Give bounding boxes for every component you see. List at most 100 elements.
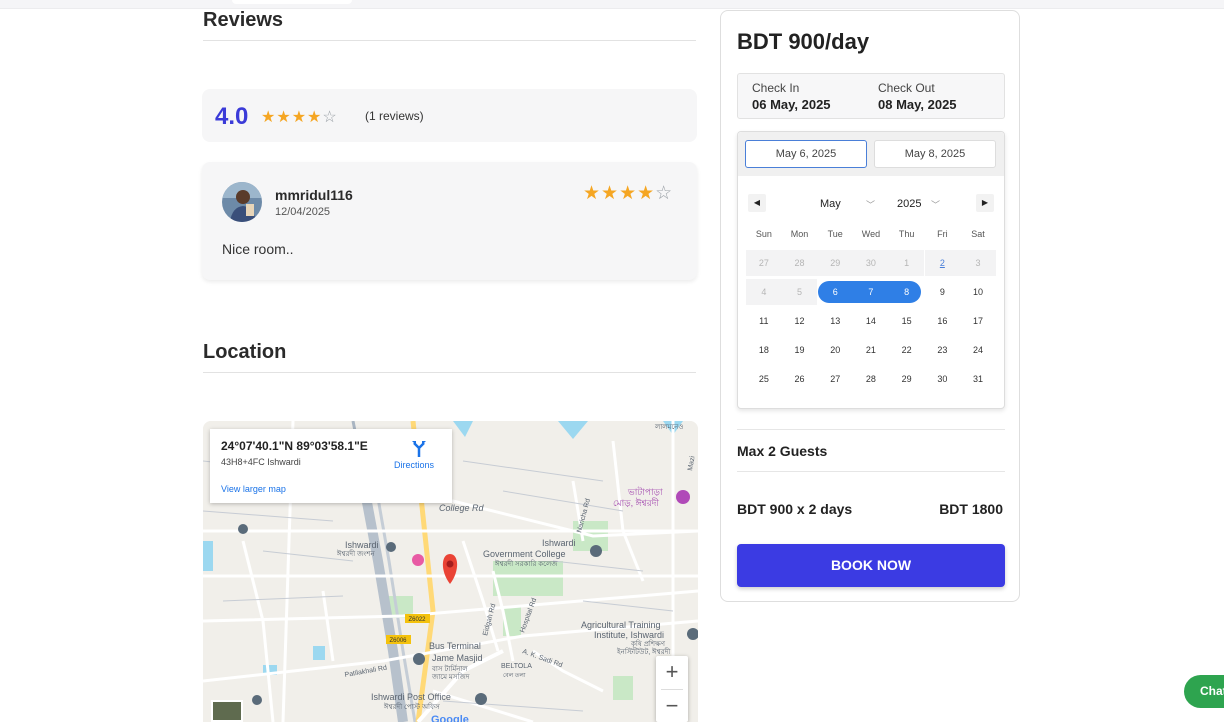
map-label: জামে মসজিদ bbox=[431, 673, 470, 681]
map-embed[interactable]: Z6022 Z6006 College Rd Ishwardi ঈশ্বরদী … bbox=[203, 421, 698, 722]
chevron-down-icon[interactable]: ﹀ bbox=[931, 198, 940, 211]
weekday-label: Sun bbox=[755, 229, 772, 239]
rating-summary: 4.0 ★★★★☆ (1 reviews) bbox=[202, 89, 697, 142]
location-heading: Location bbox=[203, 341, 287, 363]
booking-divider bbox=[737, 429, 1005, 430]
map-info-card: 24°07'40.1"N 89°03'58.1"E 43H8+4FC Ishwa… bbox=[210, 429, 452, 503]
booking-divider bbox=[737, 471, 1005, 472]
calendar-day[interactable]: 9 bbox=[925, 279, 961, 305]
year-select[interactable]: 2025 bbox=[897, 198, 921, 210]
price-calculation: BDT 900 x 2 days bbox=[737, 501, 853, 517]
calendar-day-selected[interactable]: 7 bbox=[853, 279, 889, 305]
satellite-toggle[interactable] bbox=[211, 700, 243, 722]
calendar-day: 30 bbox=[853, 250, 889, 276]
max-guests: Max 2 Guests bbox=[737, 443, 828, 459]
calendar-day[interactable]: 30 bbox=[925, 366, 961, 392]
calendar-day-today: 2 bbox=[924, 250, 961, 276]
zoom-in-button[interactable]: + bbox=[656, 656, 688, 688]
map-label: ইনস্টিটিউট, ঈশ্বরদী bbox=[616, 647, 671, 656]
calendar-day: 1 bbox=[888, 250, 925, 276]
map-label: College Rd bbox=[439, 503, 485, 513]
map-coordinates: 24°07'40.1"N 89°03'58.1"E bbox=[221, 439, 368, 453]
calendar-day-selected[interactable]: 8 bbox=[889, 279, 925, 305]
calendar-day[interactable]: 28 bbox=[853, 366, 889, 392]
calendar-day[interactable]: 31 bbox=[960, 366, 996, 392]
end-date-input[interactable]: May 8, 2025 bbox=[874, 140, 996, 168]
calendar-day: 29 bbox=[817, 250, 854, 276]
calendar-day[interactable]: 29 bbox=[889, 366, 925, 392]
date-range-picker: May 6, 2025 May 8, 2025 ◀ May ﹀ 2025 ﹀ ▶… bbox=[737, 131, 1005, 409]
map-label: Agricultural Training bbox=[581, 620, 661, 630]
map-label: Bus Terminal bbox=[429, 641, 481, 651]
tab-stub bbox=[232, 0, 352, 4]
calendar-day[interactable]: 16 bbox=[925, 308, 961, 334]
chat-button[interactable]: Chat bbox=[1184, 675, 1224, 708]
browser-top-bar bbox=[0, 0, 1224, 9]
calendar-day[interactable]: 23 bbox=[925, 337, 961, 363]
calendar-day[interactable]: 15 bbox=[889, 308, 925, 334]
calendar-day[interactable]: 12 bbox=[782, 308, 818, 334]
calendar-day-selected[interactable]: 6 bbox=[817, 279, 853, 305]
start-date-input[interactable]: May 6, 2025 bbox=[745, 140, 867, 168]
zoom-out-button[interactable]: − bbox=[656, 690, 688, 722]
calendar-day[interactable]: 11 bbox=[746, 308, 782, 334]
month-select[interactable]: May bbox=[820, 198, 841, 210]
calendar-day[interactable]: 27 bbox=[817, 366, 853, 392]
book-now-button[interactable]: BOOK NOW bbox=[737, 544, 1005, 587]
directions-link[interactable]: Directions bbox=[394, 460, 434, 470]
calendar-day[interactable]: 24 bbox=[960, 337, 996, 363]
map-label: মোড়, ঈশ্বরদী bbox=[613, 497, 659, 508]
weekday-header: Sun Mon Tue Wed Thu Fri Sat bbox=[746, 229, 996, 243]
map-label: Ishwardi bbox=[542, 538, 576, 548]
reviews-heading: Reviews bbox=[203, 9, 284, 31]
google-logo: Google bbox=[431, 714, 469, 722]
calendar-day[interactable]: 18 bbox=[746, 337, 782, 363]
directions-icon[interactable] bbox=[411, 439, 427, 457]
weekday-label: Fri bbox=[937, 229, 948, 239]
calendar-day[interactable]: 19 bbox=[782, 337, 818, 363]
price-total: BDT 1800 bbox=[939, 501, 1003, 517]
weekday-label: Wed bbox=[861, 229, 881, 239]
prev-month-button[interactable]: ◀ bbox=[748, 194, 766, 212]
avatar bbox=[222, 182, 262, 222]
calendar-week: 11 12 13 14 15 16 17 bbox=[746, 308, 996, 334]
date-summary[interactable]: Check In 06 May, 2025 Check Out 08 May, … bbox=[737, 73, 1005, 119]
map-label: ঈশ্বরদী পোস্ট অফিস bbox=[383, 702, 440, 711]
check-out-value: 08 May, 2025 bbox=[878, 97, 957, 112]
map-label: BELTOLA bbox=[501, 663, 532, 670]
map-label: ঈশ্বরদী সরকারি কলেজ bbox=[494, 559, 558, 568]
calendar-day[interactable]: 26 bbox=[782, 366, 818, 392]
svg-text:Z6022: Z6022 bbox=[408, 617, 426, 623]
view-larger-map-link[interactable]: View larger map bbox=[221, 484, 286, 494]
map-label: বাস টার্মিনাল bbox=[431, 664, 468, 673]
calendar-day[interactable]: 20 bbox=[817, 337, 853, 363]
map-label: Jame Masjid bbox=[432, 653, 483, 663]
calendar-week: 4 5 6 7 8 9 10 bbox=[746, 279, 996, 305]
review-stars: ★★★★☆ bbox=[583, 182, 673, 205]
empty-star: ☆ bbox=[322, 109, 338, 126]
calendar-day[interactable]: 22 bbox=[889, 337, 925, 363]
map-label: Government College bbox=[483, 549, 566, 559]
check-out-label: Check Out bbox=[878, 81, 935, 95]
map-label: Institute, Ishwardi bbox=[594, 630, 664, 640]
check-in-value: 06 May, 2025 bbox=[752, 97, 831, 112]
price-per-day: BDT 900/day bbox=[737, 29, 870, 54]
chevron-down-icon[interactable]: ﹀ bbox=[866, 198, 875, 211]
map-label: Ishwardi bbox=[345, 540, 379, 550]
location-divider bbox=[203, 372, 696, 373]
calendar-day[interactable]: 17 bbox=[960, 308, 996, 334]
map-plus-code: 43H8+4FC Ishwardi bbox=[221, 457, 301, 467]
filled-stars: ★★★★ bbox=[261, 109, 323, 126]
next-month-button[interactable]: ▶ bbox=[976, 194, 994, 212]
rating-stars: ★★★★☆ bbox=[261, 107, 338, 127]
calendar-day[interactable]: 10 bbox=[960, 279, 996, 305]
check-in-label: Check In bbox=[752, 81, 800, 95]
calendar-day[interactable]: 14 bbox=[853, 308, 889, 334]
calendar-day: 3 bbox=[960, 250, 996, 276]
calendar-day: 5 bbox=[781, 279, 818, 305]
map-label: বেল তলা bbox=[503, 673, 526, 679]
calendar-day[interactable]: 25 bbox=[746, 366, 782, 392]
calendar-day[interactable]: 21 bbox=[853, 337, 889, 363]
weekday-label: Tue bbox=[827, 229, 843, 239]
calendar-day[interactable]: 13 bbox=[817, 308, 853, 334]
